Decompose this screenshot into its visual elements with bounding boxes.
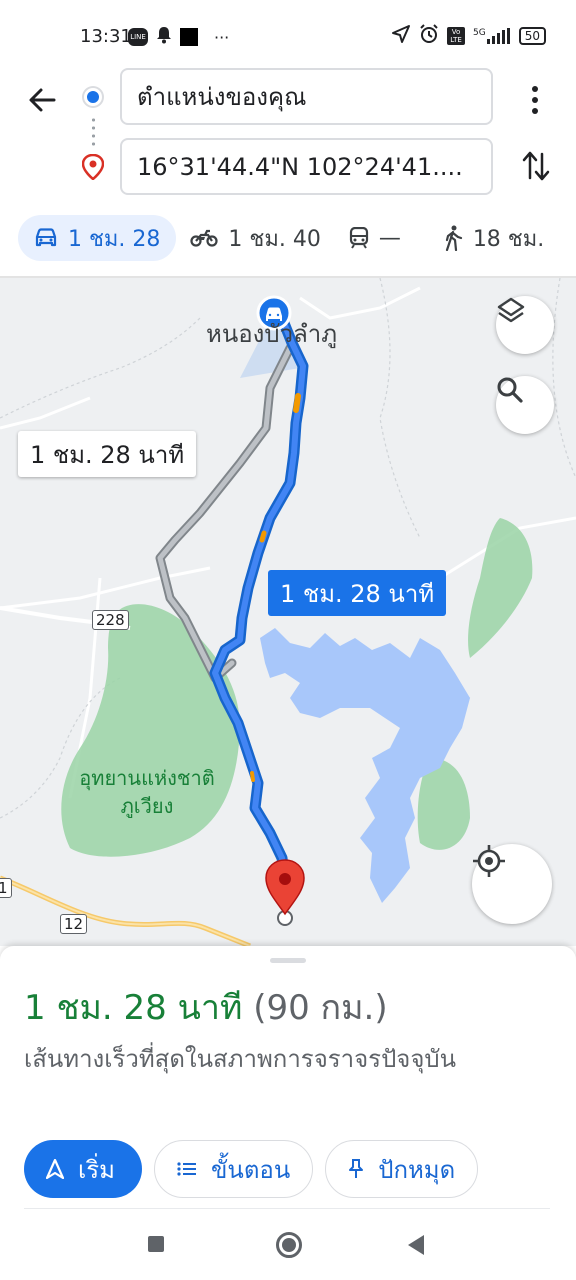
mode-motorcycle[interactable]: 1 ชม. 40 <box>176 215 334 261</box>
battery-icon: 50 <box>518 27 546 45</box>
traffic-segment <box>250 771 255 782</box>
transit-icon <box>349 227 369 249</box>
signal-icon: 5G <box>473 28 511 44</box>
route-summary-sheet[interactable]: 1 ชม. 28 นาที (90 กม.) เส้นทางเร็วที่สุด… <box>0 946 576 1210</box>
origin-dot-icon <box>84 88 102 106</box>
traffic-segment <box>293 393 301 413</box>
steps-button[interactable]: ขั้นตอน <box>154 1140 314 1198</box>
sheet-divider <box>24 1208 550 1209</box>
mode-driving[interactable]: 1 ชม. 28 <box>18 215 177 261</box>
system-nav-bar <box>0 1210 576 1280</box>
system-back-button[interactable] <box>408 1235 424 1255</box>
car-icon <box>34 228 58 248</box>
destination-input[interactable]: 16°31'44.4"N 102°24'41.... <box>120 138 493 195</box>
main-route-callout[interactable]: 1 ชม. 28 นาที <box>268 570 447 616</box>
forest-area-east <box>468 518 533 658</box>
crosshair-icon <box>473 845 505 877</box>
search-along-route-button[interactable] <box>496 376 554 434</box>
park-label: อุทยานแห่งชาติ ภูเวียง <box>79 766 215 818</box>
navigation-arrow-icon <box>46 1159 64 1179</box>
volte-icon: Vo LTE <box>447 27 466 45</box>
more-notifications: ··· <box>214 27 230 47</box>
more-options-button[interactable] <box>520 82 550 118</box>
app-notification-icon <box>180 28 198 46</box>
mode-transit[interactable]: — <box>335 215 415 261</box>
walk-icon <box>443 225 463 251</box>
back-button[interactable] <box>22 80 62 120</box>
status-time: 13:31 <box>80 26 132 47</box>
mode-transit-label: — <box>378 225 401 251</box>
route-description: เส้นทางเร็วที่สุดในสภาพการจราจรปัจจุบัน <box>24 1045 457 1073</box>
origin-input[interactable]: ตำแหน่งของคุณ <box>120 68 493 125</box>
route-actions: เริ่ม ขั้นตอน ปักหมุด <box>24 1140 479 1198</box>
duration-distance: (90 กม.) <box>253 988 388 1028</box>
route-duration: 1 ชม. 28 นาที (90 กม.) <box>24 980 388 1034</box>
map-view[interactable]: หนองบัวลำภู อุทยานแห่งชาติ ภูเวียง 228 1… <box>0 278 576 946</box>
travel-modes: 1 ชม. 28 1 ชม. 40 — 18 ชม. <box>0 212 576 264</box>
road-shield-228: 228 <box>92 610 129 630</box>
place-label: หนองบัวลำภู <box>206 320 338 348</box>
search-icon <box>497 377 523 403</box>
sheet-drag-handle[interactable] <box>270 958 306 963</box>
home-button[interactable] <box>276 1232 302 1258</box>
location-arrow-icon <box>391 24 411 48</box>
pushpin-icon <box>348 1159 364 1179</box>
arrow-back-icon <box>29 88 56 112</box>
destination-marker <box>265 859 305 926</box>
mode-walking-label: 18 ชม. <box>472 226 545 252</box>
road-shield-12: 12 <box>60 914 88 934</box>
start-label: เริ่ม <box>78 1155 115 1184</box>
notification-icons: LINE ··· <box>128 26 229 48</box>
directions-header: ตำแหน่งของคุณ 16°31'44.4"N 102°24'41....… <box>0 64 576 276</box>
pin-button[interactable]: ปักหมุด <box>325 1140 479 1198</box>
mode-driving-label: 1 ชม. 28 <box>68 226 161 252</box>
motorcycle-icon <box>190 229 219 247</box>
system-icons: Vo LTE 5G 50 <box>391 24 546 48</box>
destination-pin-icon <box>81 153 105 184</box>
mode-walking[interactable]: 18 ชม. <box>429 215 558 261</box>
start-button[interactable]: เริ่ม <box>24 1140 142 1198</box>
line-app-icon: LINE <box>128 28 148 46</box>
recent-apps-button[interactable] <box>148 1236 164 1252</box>
my-location-button[interactable] <box>472 844 552 924</box>
list-icon <box>177 1161 197 1177</box>
pin-label: ปักหมุด <box>378 1155 456 1184</box>
mode-motorcycle-label: 1 ชม. 40 <box>228 226 321 252</box>
road-shield-edge: 1 <box>0 878 12 898</box>
duration-time: 1 ชม. 28 นาที <box>24 988 243 1028</box>
traffic-segment <box>259 530 267 543</box>
layers-icon <box>497 297 525 323</box>
layers-button[interactable] <box>496 296 554 354</box>
swap-button[interactable] <box>522 150 550 190</box>
route-connector <box>92 116 95 146</box>
status-bar: 13:31 LINE ··· Vo LTE 5G 50 <box>0 0 576 64</box>
steps-label: ขั้นตอน <box>211 1155 291 1184</box>
alarm-icon <box>419 24 439 48</box>
bell-icon <box>156 26 172 48</box>
swap-vert-icon <box>522 151 550 181</box>
highway-12 <box>0 875 251 946</box>
alternate-route-callout[interactable]: 1 ชม. 28 นาที <box>18 431 197 477</box>
